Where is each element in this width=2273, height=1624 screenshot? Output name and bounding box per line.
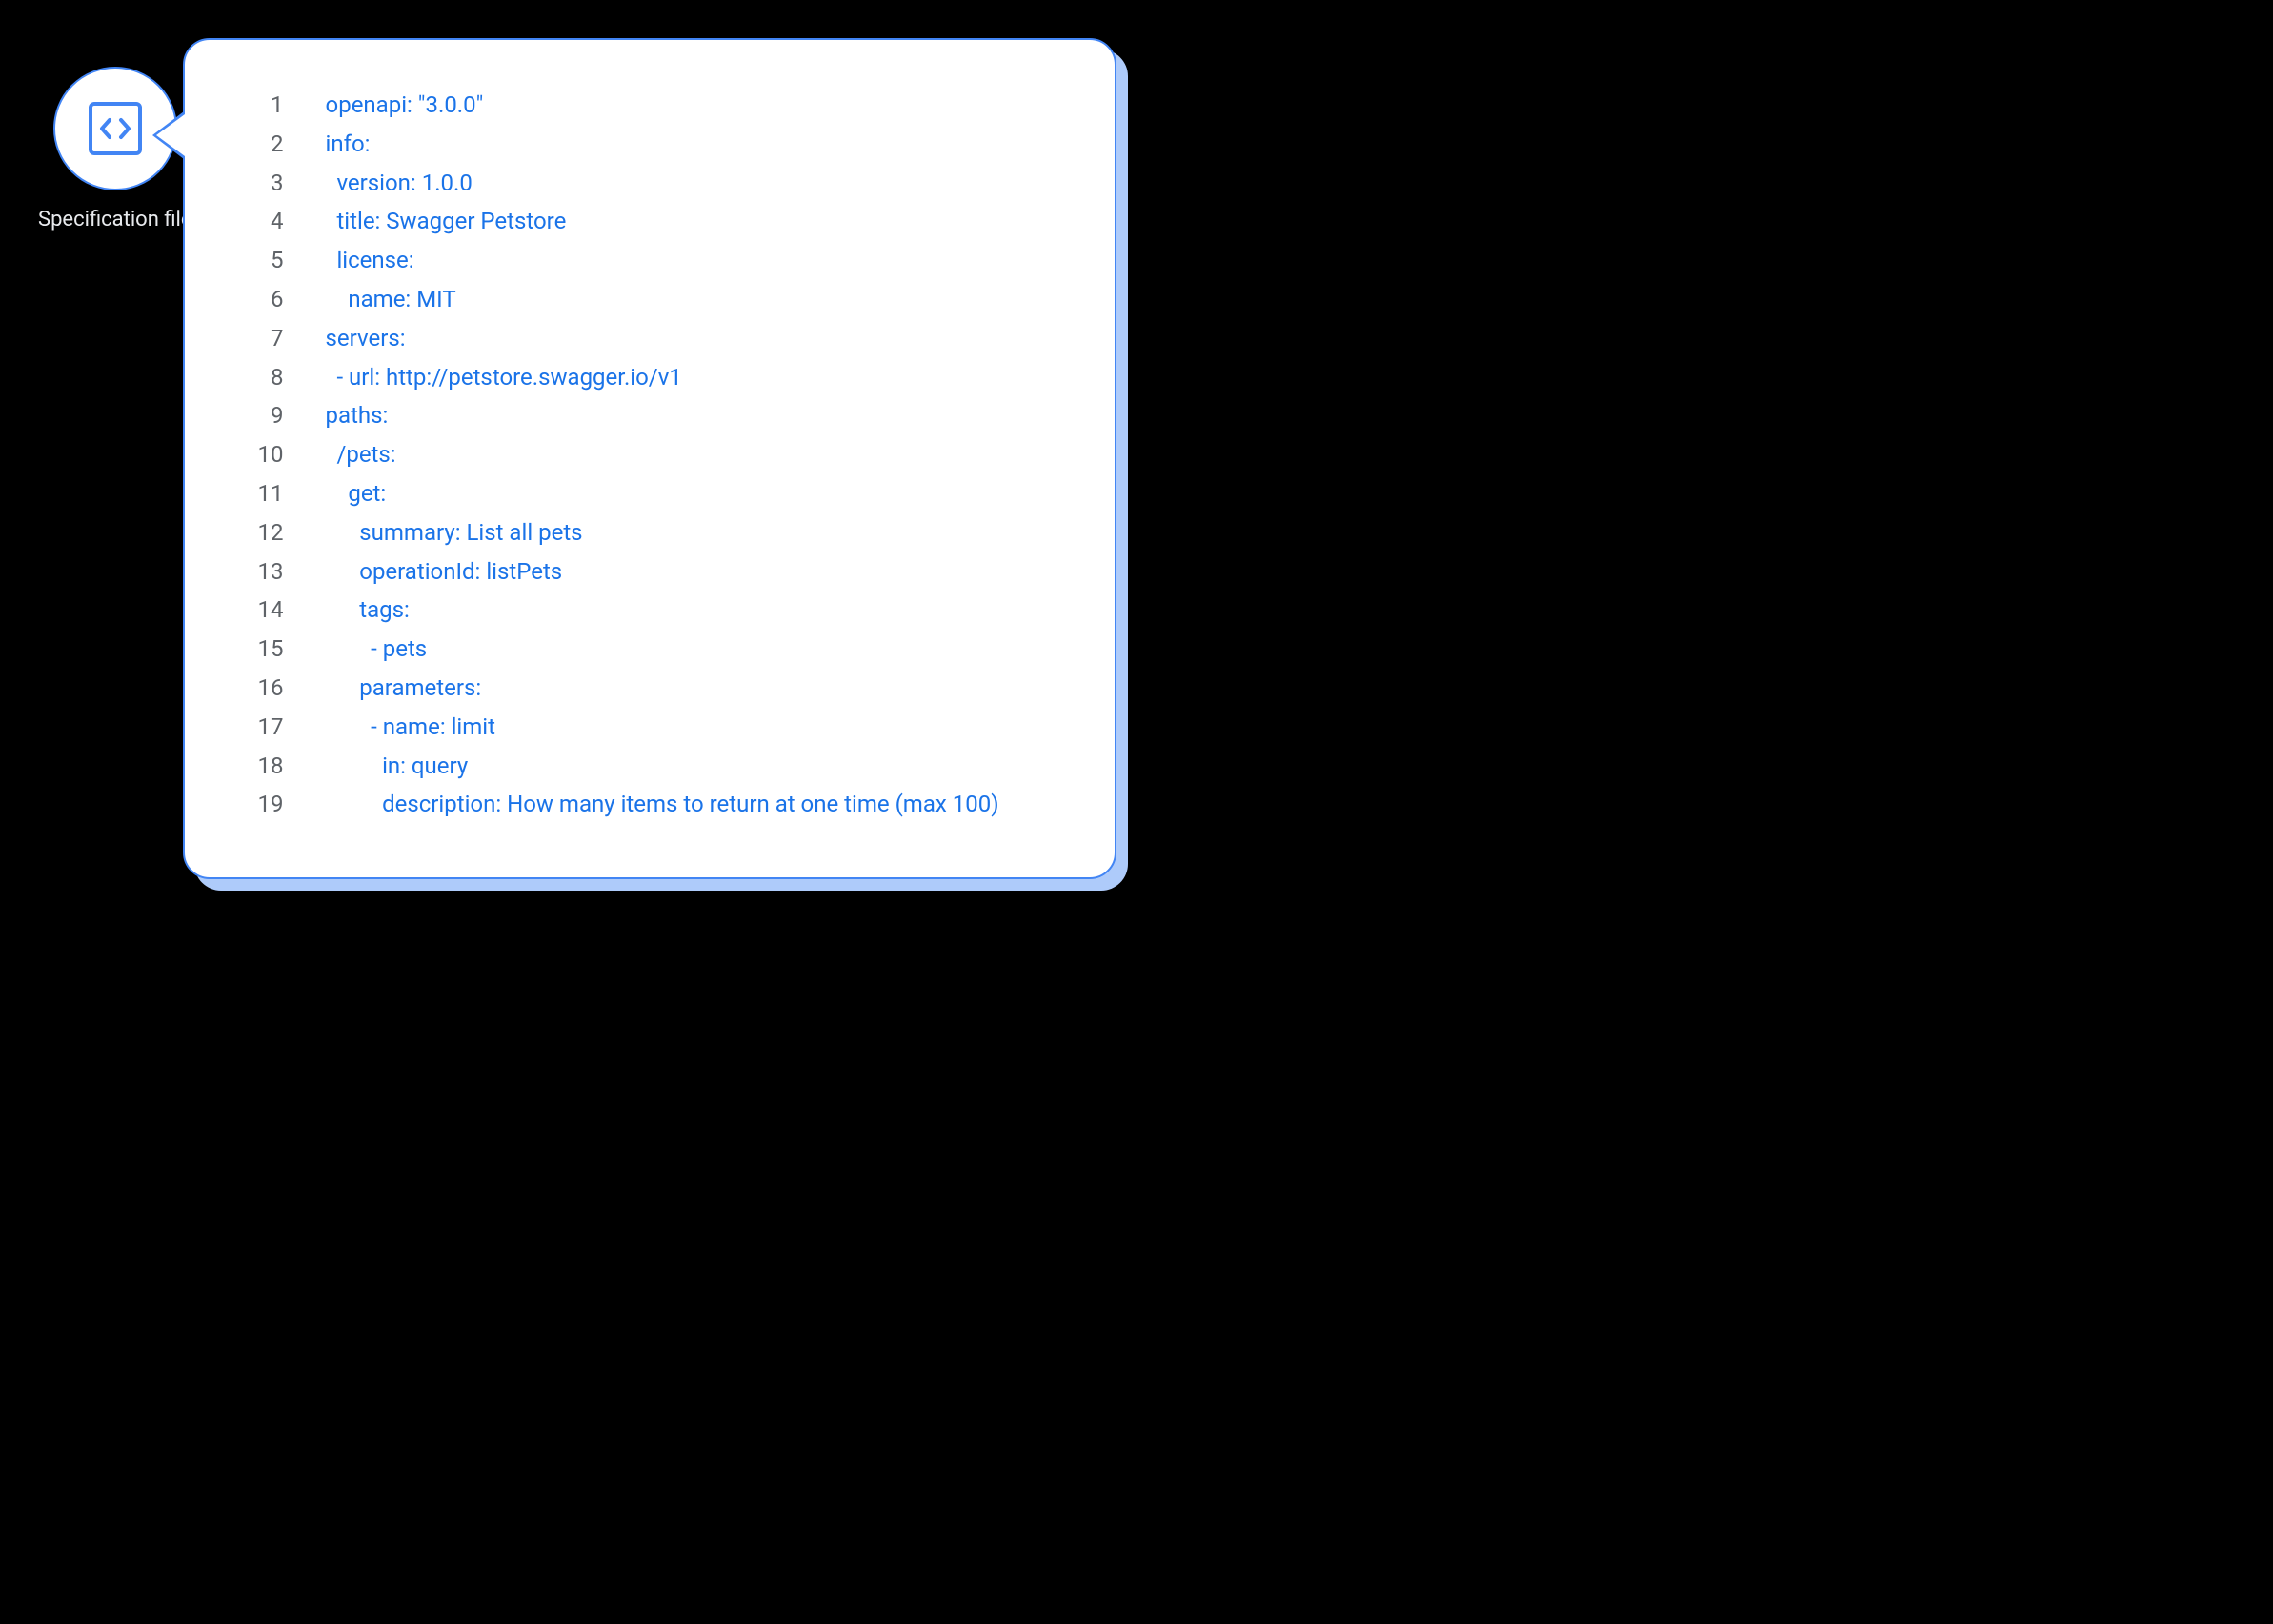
line-number: 19 [238,785,284,824]
line-content: - pets [326,630,428,669]
code-line: 12 summary: List all pets [238,513,1061,552]
line-number: 3 [238,164,284,203]
line-number: 4 [238,202,284,241]
line-content: summary: List all pets [326,513,583,552]
code-line: 2 info: [238,125,1061,164]
line-number: 17 [238,708,284,747]
code-line: 16 parameters: [238,669,1061,708]
code-line: 7 servers: [238,319,1061,358]
line-number: 8 [238,358,284,397]
line-content: /pets: [326,435,396,474]
line-content: openapi: "3.0.0" [326,86,484,125]
line-content: tags: [326,591,410,630]
line-number: 18 [238,747,284,786]
line-number: 14 [238,591,284,630]
bubble-tail [156,114,185,156]
code-line: 18 in: query [238,747,1061,786]
code-line: 9 paths: [238,396,1061,435]
code-line: 10 /pets: [238,435,1061,474]
code-line: 11 get: [238,474,1061,513]
line-number: 2 [238,125,284,164]
line-number: 15 [238,630,284,669]
code-bubble-wrap: 1openapi: "3.0.0"2info:3 version: 1.0.04… [183,38,1116,879]
code-line: 19 description: How many items to return… [238,785,1061,824]
code-line: 5 license: [238,241,1061,280]
code-line: 3 version: 1.0.0 [238,164,1061,203]
line-content: title: Swagger Petstore [326,202,567,241]
code-listing: 1openapi: "3.0.0"2info:3 version: 1.0.04… [238,86,1061,824]
code-line: 4 title: Swagger Petstore [238,202,1061,241]
line-content: in: query [326,747,469,786]
line-number: 13 [238,552,284,591]
code-line: 13 operationId: listPets [238,552,1061,591]
line-number: 16 [238,669,284,708]
line-content: - name: limit [326,708,495,747]
code-line: 17 - name: limit [238,708,1061,747]
line-number: 1 [238,86,284,125]
code-line: 6 name: MIT [238,280,1061,319]
code-line: 8 - url: http://petstore.swagger.io/v1 [238,358,1061,397]
line-number: 10 [238,435,284,474]
line-number: 6 [238,280,284,319]
line-number: 5 [238,241,284,280]
line-content: license: [326,241,414,280]
line-content: name: MIT [326,280,456,319]
line-content: operationId: listPets [326,552,563,591]
line-content: info: [326,125,371,164]
line-content: - url: http://petstore.swagger.io/v1 [326,358,682,397]
line-content: parameters: [326,669,482,708]
code-line: 15 - pets [238,630,1061,669]
line-content: paths: [326,396,389,435]
line-number: 12 [238,513,284,552]
code-line: 14 tags: [238,591,1061,630]
code-icon [89,102,142,155]
line-number: 11 [238,474,284,513]
spec-file-label: Specification file [38,208,192,231]
line-number: 7 [238,319,284,358]
code-line: 1 openapi: "3.0.0" [238,86,1061,125]
line-content: version: 1.0.0 [326,164,473,203]
code-bubble: 1openapi: "3.0.0"2info:3 version: 1.0.04… [183,38,1116,879]
line-content: get: [326,474,387,513]
line-content: description: How many items to return at… [326,785,999,824]
line-number: 9 [238,396,284,435]
line-content: servers: [326,319,406,358]
